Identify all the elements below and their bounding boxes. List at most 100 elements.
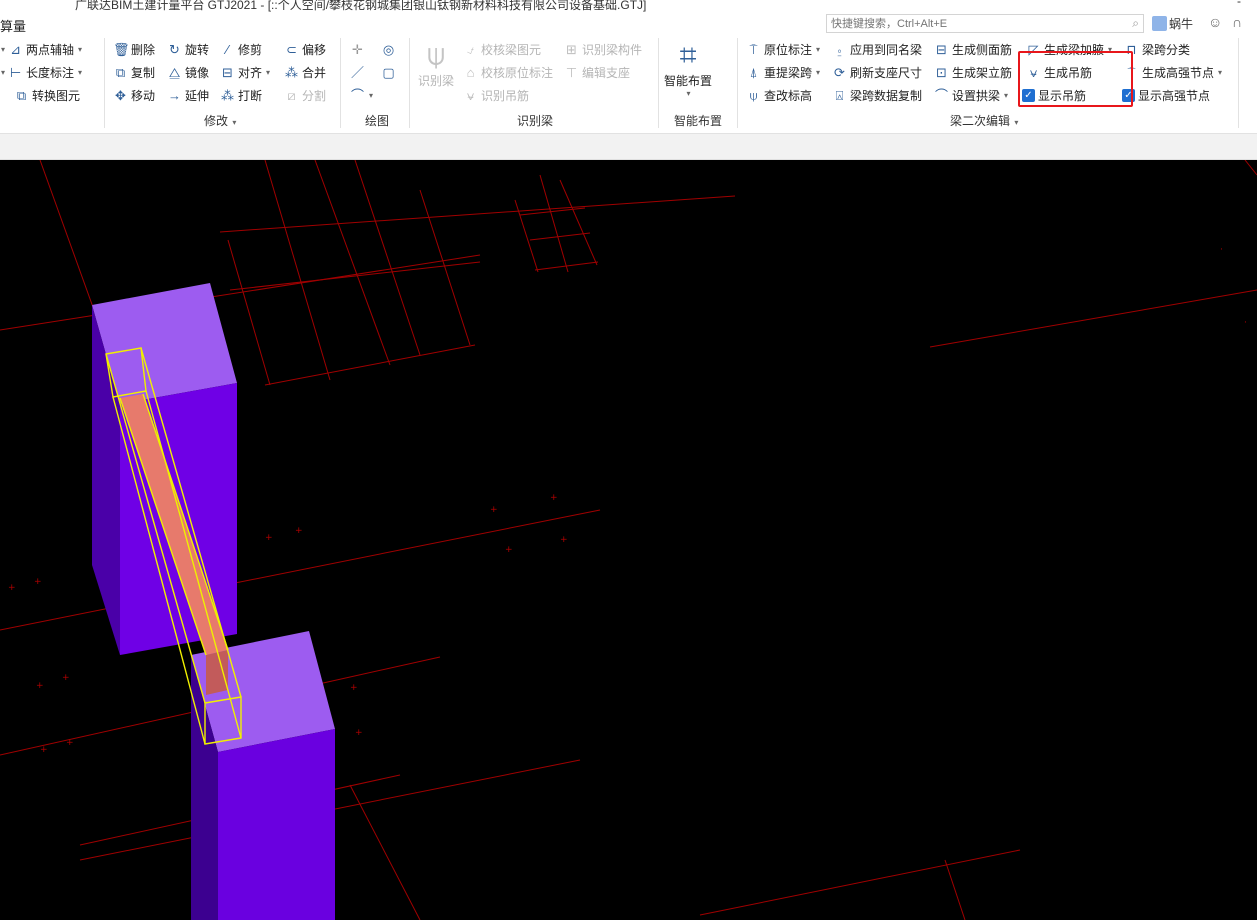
grid-line xyxy=(264,160,331,381)
separator xyxy=(1238,38,1239,128)
copy-button[interactable]: ⧉ 复制 xyxy=(113,62,155,82)
grid-line xyxy=(314,160,391,366)
separator xyxy=(340,38,341,128)
svg-text:+: + xyxy=(36,681,44,691)
edit-support-label: 编辑支座 xyxy=(582,65,631,80)
identify-beam-button[interactable]: ⍦ 识别梁 xyxy=(418,40,454,89)
minimize-button[interactable]: - xyxy=(1237,0,1241,8)
trash-icon: 🗑 xyxy=(113,41,130,57)
side-bar-icon: ⊟ xyxy=(936,41,947,57)
smart-layout-button[interactable]: ⌗ 智能布置 ▾ xyxy=(664,39,712,99)
headset-icon[interactable]: ∩ xyxy=(1232,14,1242,30)
draw-line-button[interactable]: ／ xyxy=(350,62,365,82)
identify-component-button[interactable]: ⊞ 识别梁构件 xyxy=(564,39,642,59)
hanger-icon: ⍱ xyxy=(466,87,475,103)
dropdown-arrow-icon: ▾ xyxy=(78,67,83,77)
svg-text:+: + xyxy=(550,493,558,503)
set-arch-beam-button[interactable]: ⌒ 设置拱梁 ▾ xyxy=(934,85,1008,105)
chat-icon[interactable]: ☺ xyxy=(1208,14,1222,30)
length-mark-label: 长度标注 xyxy=(26,65,75,80)
span-data-copy-label: 梁跨数据复制 xyxy=(850,88,923,103)
svg-text:+: + xyxy=(40,745,48,755)
search-icon[interactable]: ⌕ xyxy=(1132,16,1139,31)
dropdown-arrow-icon[interactable]: ▾ xyxy=(1014,118,1018,127)
apply-same-name-label: 应用到同名梁 xyxy=(850,42,923,57)
apply-same-name-button[interactable]: ⍛ 应用到同名梁 xyxy=(832,39,922,59)
line-icon: ／ xyxy=(350,64,364,80)
check-origin-mark-button[interactable]: ⌂ 校核原位标注 xyxy=(463,62,553,82)
dropdown-arrow-icon: ▾ xyxy=(1004,90,1009,100)
menu-tab-quantity[interactable]: 算量 xyxy=(0,16,26,35)
rotate-label: 旋转 xyxy=(185,42,210,57)
draw-circle-button[interactable]: ◎ xyxy=(381,39,396,59)
edit-support-button[interactable]: ⊤ 编辑支座 xyxy=(564,62,630,82)
split-button[interactable]: ⧄ 分割 xyxy=(284,85,326,105)
mirror-icon: ⧋ xyxy=(168,64,181,80)
convert-icon: ⧉ xyxy=(16,87,27,103)
grid-line xyxy=(354,160,421,356)
grid-line xyxy=(929,289,1257,348)
grid-line xyxy=(229,261,481,291)
identify-hanger-button[interactable]: ⍱ 识别吊筋 xyxy=(463,85,529,105)
break-button[interactable]: ⁂ 打断 xyxy=(220,85,262,105)
align-button[interactable]: ⊟ 对齐 ▾ xyxy=(220,62,270,82)
point-icon: ✛ xyxy=(352,41,363,57)
scene-canvas[interactable]: + + + + + + + + + + + + + + · · xyxy=(0,160,1257,920)
check-beam-button[interactable]: ⍻ 校核梁图元 xyxy=(463,39,541,59)
check-elevation-button[interactable]: ⍦ 查改标高 xyxy=(746,85,812,105)
user-account[interactable]: 蜗牛 xyxy=(1152,15,1193,32)
component-icon: ⊞ xyxy=(566,41,577,57)
svg-text:+: + xyxy=(8,583,16,593)
re-span-button[interactable]: ⍋ 重提梁跨 ▾ xyxy=(746,62,820,82)
two-point-axis-button[interactable]: ▾ ⊿ 两点辅轴 ▾ xyxy=(0,39,82,59)
toolbar-strip xyxy=(0,134,1257,160)
align-label: 对齐 xyxy=(238,65,263,80)
convert-element-label: 转换图元 xyxy=(32,88,81,103)
convert-element-button[interactable]: ⧉ 转换图元 xyxy=(14,85,80,105)
offset-button[interactable]: ⊂ 偏移 xyxy=(284,39,326,59)
dropdown-arrow-icon: ▾ xyxy=(78,44,83,54)
span-classify-label: 梁跨分类 xyxy=(1142,42,1191,57)
draw-rect-button[interactable]: ▢ xyxy=(381,62,396,82)
group-label-smart-layout: 智能布置 xyxy=(674,114,723,128)
draw-point-button[interactable]: ✛ xyxy=(350,39,365,59)
merge-icon: ⁂ xyxy=(285,64,298,80)
merge-label: 合并 xyxy=(302,65,327,80)
separator xyxy=(104,38,105,128)
apply-icon: ⍛ xyxy=(835,41,844,57)
move-button[interactable]: ✥ 移动 xyxy=(113,85,155,105)
extend-button[interactable]: → 延伸 xyxy=(167,85,209,105)
length-mark-button[interactable]: ▾ ⊢ 长度标注 ▾ xyxy=(0,62,82,82)
merge-button[interactable]: ⁂ 合并 xyxy=(284,62,326,82)
delete-button[interactable]: 🗑 删除 xyxy=(113,39,155,59)
search-input[interactable] xyxy=(827,15,1119,32)
title-bar: 广联达BIM土建计量平台 GTJ2021 - [::个人空间/攀枝花钢城集团银山… xyxy=(0,0,1257,34)
dropdown-arrow-icon: ▾ xyxy=(816,44,821,54)
gen-erect-bar-button[interactable]: ⊡ 生成架立筋 xyxy=(934,62,1012,82)
gen-side-bar-button[interactable]: ⊟ 生成侧面筋 xyxy=(934,39,1012,59)
beam-end-face xyxy=(206,650,228,695)
re-span-label: 重提梁跨 xyxy=(764,65,813,80)
gen-strong-node-button[interactable]: ⍑ 生成高强节点 ▾ xyxy=(1124,62,1222,82)
move-icon: ✥ xyxy=(115,87,126,103)
refresh-support-button[interactable]: ⟳ 刷新支座尺寸 xyxy=(832,62,922,82)
gen-side-bar-label: 生成侧面筋 xyxy=(952,42,1013,57)
drawing-viewport[interactable]: + + + + + + + + + + + + + + · · xyxy=(0,160,1257,920)
mirror-button[interactable]: ⧋ 镜像 xyxy=(167,62,209,82)
window-title: 广联达BIM土建计量平台 GTJ2021 - [::个人空间/攀枝花钢城集团银山… xyxy=(75,0,647,12)
mirror-label: 镜像 xyxy=(185,65,210,80)
show-strong-node-checkbox[interactable]: ✓ 显示高强节点 xyxy=(1122,85,1210,105)
grid-line xyxy=(529,232,591,241)
draw-arc-button[interactable]: ⌒ ▾ xyxy=(350,85,373,105)
annotation-highlight-box xyxy=(1018,51,1133,107)
smart-layout-icon: ⌗ xyxy=(679,39,697,72)
dropdown-arrow-icon[interactable]: ▾ xyxy=(232,118,236,127)
shortcut-search[interactable]: ⌕ xyxy=(826,14,1144,33)
origin-mark-button[interactable]: ⍑ 原位标注 ▾ xyxy=(746,39,820,59)
rotate-button[interactable]: ↻ 旋转 xyxy=(167,39,209,59)
dimension-icon: ⊢ xyxy=(9,64,22,80)
trim-button[interactable]: ⁄ 修剪 xyxy=(220,39,262,59)
svg-text:+: + xyxy=(66,738,74,748)
span-data-copy-button[interactable]: ⍓ 梁跨数据复制 xyxy=(832,85,922,105)
span-classify-button[interactable]: ⊓ 梁跨分类 xyxy=(1124,39,1190,59)
